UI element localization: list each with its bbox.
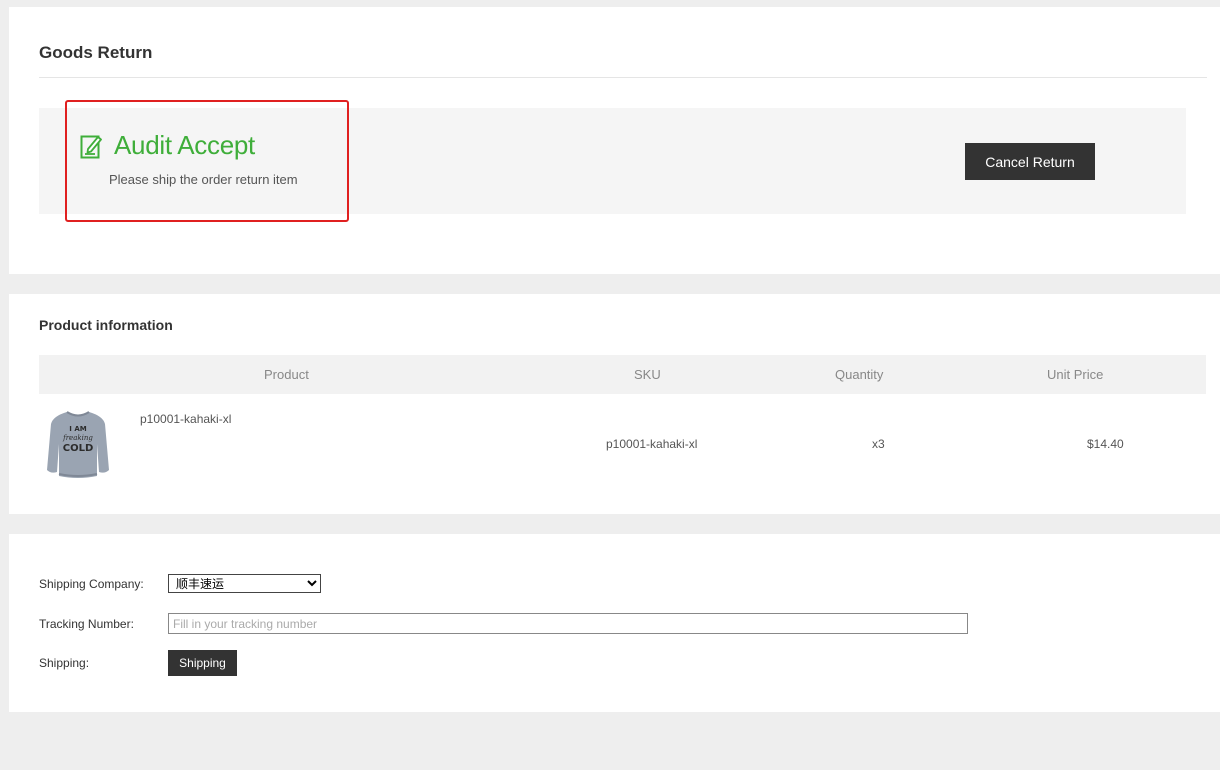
shirt-print-line-2: freaking	[62, 434, 93, 442]
cancel-return-button[interactable]: Cancel Return	[965, 143, 1095, 180]
product-quantity: x3	[872, 437, 885, 451]
status-title: Audit Accept	[114, 130, 255, 160]
status-highlight-frame	[65, 100, 349, 222]
shipping-company-label: Shipping Company:	[39, 577, 144, 591]
product-info-panel: Product information Product SKU Quantity…	[9, 294, 1220, 514]
table-header: Product SKU Quantity Unit Price	[39, 355, 1206, 394]
goods-return-panel: Goods Return Audit Accept Please ship th…	[9, 7, 1220, 274]
title-divider	[39, 77, 1207, 78]
product-thumbnail[interactable]: I AM freaking COLD	[45, 404, 111, 480]
product-unit-price: $14.40	[1087, 437, 1124, 451]
column-header-quantity: Quantity	[835, 367, 884, 382]
tracking-number-label: Tracking Number:	[39, 617, 134, 631]
shipping-company-select[interactable]: 顺丰速运	[168, 574, 321, 593]
column-header-unit-price: Unit Price	[1047, 367, 1104, 382]
shipping-label: Shipping:	[39, 656, 90, 670]
shipping-button[interactable]: Shipping	[168, 650, 237, 676]
shipping-form-panel: Shipping Company: 顺丰速运 Tracking Number: …	[9, 534, 1220, 712]
product-sku: p10001-kahaki-xl	[606, 437, 698, 451]
status-subtitle: Please ship the order return item	[109, 172, 298, 187]
edit-icon	[80, 135, 102, 159]
goods-return-title: Goods Return	[39, 43, 153, 62]
column-header-product: Product	[264, 367, 309, 382]
tracking-number-input[interactable]	[168, 613, 968, 634]
column-header-sku: SKU	[634, 367, 661, 382]
shirt-print-line-1: I AM	[69, 425, 86, 433]
product-info-title: Product information	[39, 317, 173, 333]
shirt-print-line-3: COLD	[63, 443, 94, 454]
product-name: p10001-kahaki-xl	[140, 412, 232, 426]
